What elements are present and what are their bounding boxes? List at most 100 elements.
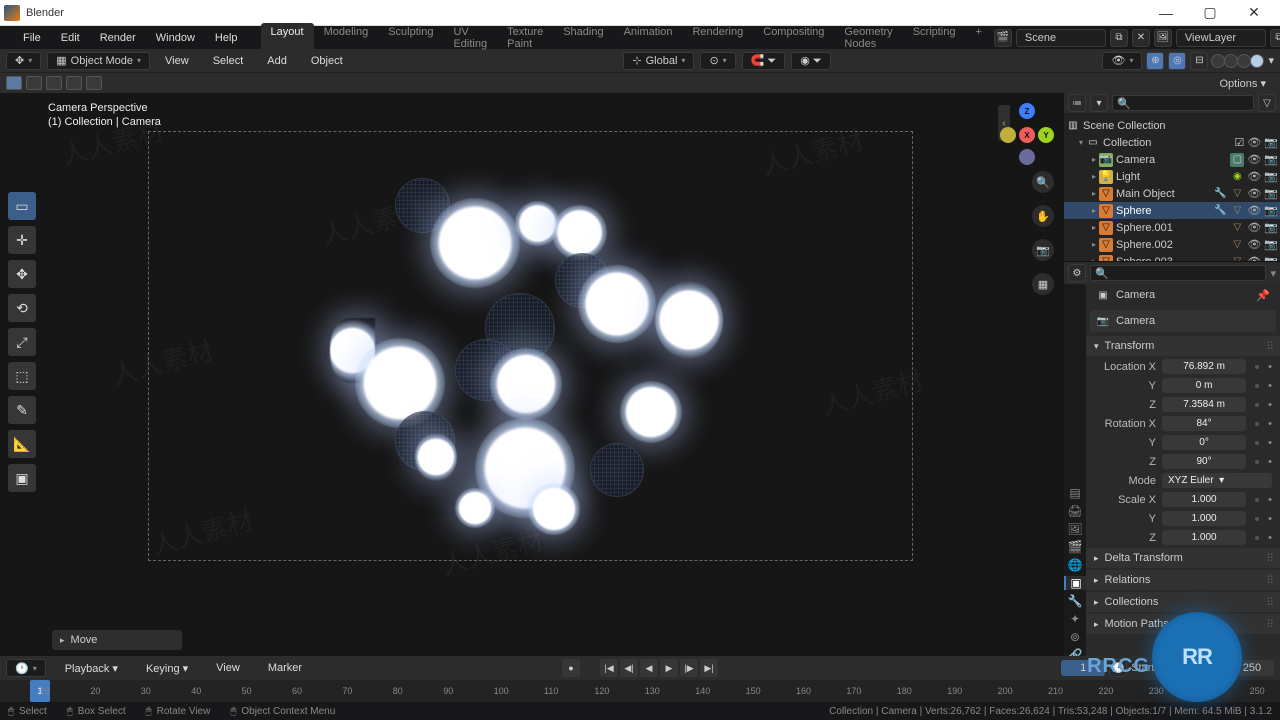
eye-icon[interactable]: 👁 <box>1247 170 1261 183</box>
tab-compositing[interactable]: Compositing <box>753 23 834 53</box>
outliner-item-sphere-001[interactable]: Sphere.001 <box>1116 222 1227 234</box>
properties-search[interactable]: 🔍 <box>1090 265 1266 281</box>
render-icon[interactable]: 📷 <box>1264 136 1278 149</box>
eye-icon[interactable]: 👁 <box>1247 204 1261 217</box>
field-rotation-x[interactable]: 84° <box>1162 416 1246 431</box>
select-mode-2[interactable] <box>26 76 42 90</box>
eye-icon[interactable]: 👁 <box>1247 187 1261 200</box>
tl-menu-keying[interactable]: Keying ▾ <box>137 659 197 678</box>
scene-copy-icon[interactable]: ⧉ <box>1110 29 1128 47</box>
editor-type-dropdown[interactable]: ✥▾ <box>6 52 41 70</box>
viewlayer-new-icon[interactable]: ⧉ <box>1270 29 1280 47</box>
axis-y-icon[interactable]: Y <box>1038 127 1054 143</box>
prop-tab-constraints[interactable]: 🔗 <box>1064 648 1086 656</box>
axis-z-icon[interactable]: Z <box>1019 103 1035 119</box>
prop-tab-object[interactable]: ▣ <box>1064 576 1086 590</box>
section-delta-transform[interactable]: ▸Delta Transform⠿ <box>1086 548 1280 568</box>
properties-editor-icon[interactable]: ⚙ <box>1068 264 1086 282</box>
tab-scripting[interactable]: Scripting <box>903 23 966 53</box>
section-transform[interactable]: ▾Transform⠿ <box>1086 336 1280 356</box>
outliner-editor-icon[interactable]: ≔ <box>1068 94 1086 112</box>
tool-rotate[interactable]: ⟲ <box>8 294 36 322</box>
datablock-selector[interactable]: 📷 Camera <box>1090 310 1276 332</box>
prop-tab-render[interactable]: ▤ <box>1064 486 1086 500</box>
render-icon[interactable]: 📷 <box>1264 170 1278 183</box>
shading-modes[interactable] <box>1212 54 1264 68</box>
timeline-ruler[interactable]: 1 10203040506070809010011012013014015016… <box>0 680 1280 702</box>
field-scale-x[interactable]: 1.000 <box>1162 492 1246 507</box>
menu-view[interactable]: View <box>156 52 198 70</box>
field-location-y[interactable]: 0 m <box>1162 378 1246 393</box>
render-icon[interactable]: 📷 <box>1264 187 1278 200</box>
menu-render[interactable]: Render <box>91 29 145 47</box>
snap-dropdown[interactable]: 🧲 ⏷ <box>742 52 786 70</box>
tab-geometry-nodes[interactable]: Geometry Nodes <box>834 23 902 53</box>
axis-x-icon[interactable]: X <box>1019 127 1035 143</box>
checkbox-icon[interactable]: ☑ <box>1234 136 1244 149</box>
scene-browse-icon[interactable]: 🎬 <box>994 29 1012 47</box>
select-mode-5[interactable] <box>86 76 102 90</box>
tab-sculpting[interactable]: Sculpting <box>378 23 443 53</box>
menu-help[interactable]: Help <box>206 29 247 47</box>
outliner[interactable]: ▥ Scene Collection ▾ ▭ Collection ☑👁📷 ▸ … <box>1064 113 1280 261</box>
properties-options[interactable]: ▾ <box>1270 267 1276 280</box>
tool-add-cube[interactable]: ▣ <box>8 464 36 492</box>
axis-neg-y-icon[interactable] <box>1000 127 1016 143</box>
field-location-z[interactable]: 7.3584 m <box>1162 397 1246 412</box>
select-mode-4[interactable] <box>66 76 82 90</box>
window-maximize[interactable]: ▢ <box>1188 0 1232 26</box>
window-close[interactable]: ✕ <box>1232 0 1276 26</box>
field-location-x[interactable]: 76.892 m <box>1162 359 1246 374</box>
tl-menu-marker[interactable]: Marker <box>259 659 311 677</box>
outliner-item-sphere[interactable]: Sphere <box>1116 205 1210 217</box>
tool-transform[interactable]: ⬚ <box>8 362 36 390</box>
shading-rendered-icon[interactable] <box>1250 54 1264 68</box>
tool-measure[interactable]: 📐 <box>8 430 36 458</box>
menu-add[interactable]: Add <box>258 52 296 70</box>
section-relations[interactable]: ▸Relations⠿ <box>1086 570 1280 590</box>
expand-icon[interactable]: ▾ <box>1079 138 1083 147</box>
tool-annotate[interactable]: ✎ <box>8 396 36 424</box>
render-icon[interactable]: 📷 <box>1264 238 1278 251</box>
menu-select[interactable]: Select <box>204 52 253 70</box>
tool-scale[interactable]: ⤢ <box>8 328 36 356</box>
play-icon[interactable]: ▶ <box>660 659 678 677</box>
menu-file[interactable]: File <box>14 29 50 47</box>
jump-start-icon[interactable]: |◀ <box>600 659 618 677</box>
operator-panel-move[interactable]: ▸ Move <box>52 630 182 650</box>
field-scale-y[interactable]: 1.000 <box>1162 511 1246 526</box>
scene-name-field[interactable]: Scene <box>1016 29 1106 47</box>
tool-select-box[interactable]: ▭ <box>8 192 36 220</box>
orientation-dropdown[interactable]: ⊹ Global▾ <box>623 52 694 70</box>
zoom-icon[interactable]: 🔍 <box>1032 171 1054 193</box>
keyframe-prev-icon[interactable]: ◀| <box>620 659 638 677</box>
tab-animation[interactable]: Animation <box>614 23 683 53</box>
menu-window[interactable]: Window <box>147 29 204 47</box>
viewlayer-browse-icon[interactable]: 🖼 <box>1154 29 1172 47</box>
expand-icon[interactable]: ▸ <box>1092 155 1096 164</box>
tab-uv-editing[interactable]: UV Editing <box>443 23 497 53</box>
play-reverse-icon[interactable]: ◀ <box>640 659 658 677</box>
overlay-toggle[interactable]: ◎ <box>1168 52 1186 70</box>
section-collections[interactable]: ▸Collections⠿ <box>1086 592 1280 612</box>
select-mode-1[interactable] <box>6 76 22 90</box>
pan-icon[interactable]: ✋ <box>1032 205 1054 227</box>
field-rotation-y[interactable]: 0° <box>1162 435 1246 450</box>
render-icon[interactable]: 📷 <box>1264 221 1278 234</box>
outliner-item-light[interactable]: Light <box>1116 171 1227 183</box>
proportional-dropdown[interactable]: ◉ ⏷ <box>791 52 830 70</box>
prop-tab-physics[interactable]: ⊚ <box>1064 630 1086 644</box>
outliner-item-sphere-002[interactable]: Sphere.002 <box>1116 239 1227 251</box>
autokey-toggle[interactable]: ● <box>562 659 580 677</box>
timeline-editor-icon[interactable]: 🕐▾ <box>6 659 46 677</box>
render-icon[interactable]: 📷 <box>1264 153 1278 166</box>
tab-rendering[interactable]: Rendering <box>682 23 753 53</box>
tool-move[interactable]: ✥ <box>8 260 36 288</box>
shading-wireframe-icon[interactable] <box>1211 54 1225 68</box>
shading-solid-icon[interactable] <box>1224 54 1238 68</box>
tl-menu-playback[interactable]: Playback ▾ <box>56 659 127 678</box>
collection-item[interactable]: Collection <box>1103 137 1231 149</box>
perspective-toggle-icon[interactable]: ▦ <box>1032 273 1054 295</box>
outliner-item-camera[interactable]: Camera <box>1116 154 1227 166</box>
outliner-search[interactable]: 🔍 <box>1112 95 1254 111</box>
